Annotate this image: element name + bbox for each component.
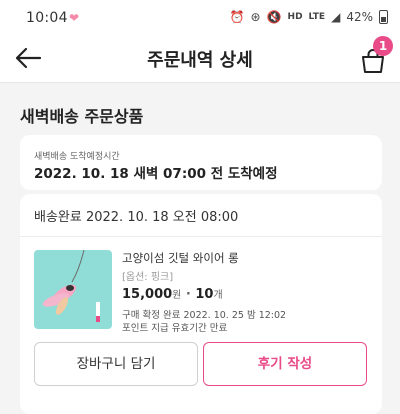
- bluetooth-icon: ⊛: [250, 10, 261, 24]
- battery-text: 42%: [346, 10, 373, 24]
- write-review-button[interactable]: 후기 작성: [203, 342, 367, 386]
- app-header: 주문내역 상세 1: [0, 36, 400, 82]
- cart-count-badge: 1: [373, 36, 393, 56]
- status-time: 10:04: [26, 10, 68, 26]
- header-divider: [0, 82, 400, 83]
- product-quantity: 10: [195, 287, 214, 302]
- signal-icon: ◢: [331, 10, 341, 24]
- price-currency: 원: [172, 290, 182, 301]
- quantity-unit: 개: [213, 290, 223, 301]
- battery-icon: [379, 10, 388, 24]
- product-price: 15,000: [122, 287, 173, 302]
- purchase-confirm: 구매 확정 완료 2022. 10. 25 밤 12:02: [122, 310, 287, 321]
- mute-icon: 🔇: [266, 10, 282, 24]
- heart-icon: ❤: [69, 11, 80, 25]
- price-separator: ·: [185, 287, 191, 302]
- arrival-value: 2022. 10. 18 새벽 07:00 전 도착예정: [34, 166, 278, 182]
- alarm-icon: ⏰: [229, 10, 245, 24]
- page-title: 주문내역 상세: [147, 50, 253, 71]
- product-price-line: 15,000원 · 10개: [122, 286, 223, 302]
- product-image[interactable]: [34, 250, 112, 329]
- product-option: [옵션: 핑크]: [122, 272, 174, 283]
- order-card: 배송완료 2022. 10. 18 오전 08:00 고양이섬 깃털 와이어 롱…: [20, 194, 382, 414]
- order-divider: [20, 236, 382, 237]
- status-icons: ⏰ ⊛ 🔇 HD LTE ◢ 42%: [230, 10, 388, 24]
- lte-icon: LTE: [308, 12, 326, 22]
- arrival-card: 새벽배송 도착예정시간 2022. 10. 18 새벽 07:00 전 도착예정: [20, 135, 382, 190]
- arrival-label: 새벽배송 도착예정시간: [34, 152, 120, 162]
- delivery-status: 배송완료 2022. 10. 18 오전 08:00: [34, 210, 239, 225]
- point-expiry: 포인트 지급 유효기간 만료: [122, 323, 228, 334]
- add-to-cart-button[interactable]: 장바구니 담기: [34, 342, 198, 386]
- product-name[interactable]: 고양이섬 깃털 와이어 롱: [122, 250, 239, 266]
- hd-icon: HD: [287, 12, 303, 22]
- status-bar: 10:04 ❤ ⏰ ⊛ 🔇 HD LTE ◢ 42%: [0, 0, 400, 36]
- section-title: 새벽배송 주문상품: [20, 107, 144, 126]
